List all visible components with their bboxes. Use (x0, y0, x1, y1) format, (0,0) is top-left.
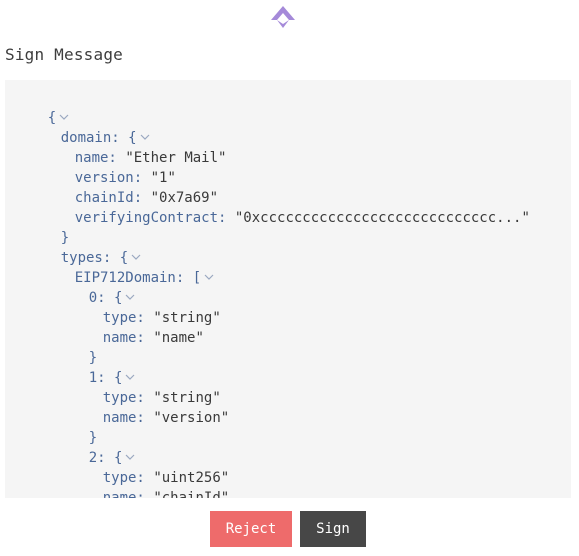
json-item-1-close-line: } (55, 408, 97, 446)
json-item-1-type-line: type: "string" (69, 368, 221, 406)
sign-button[interactable]: Sign (300, 511, 366, 547)
page-title: Sign Message (5, 45, 123, 64)
message-json-viewer[interactable]: { domain: { name: "Ether Mail" version: … (5, 80, 571, 498)
json-types-line: types: { (27, 228, 141, 266)
reject-button[interactable]: Reject (210, 511, 292, 547)
json-name-line: name: "Ether Mail" (41, 128, 227, 166)
json-item-0-line: 0: { (55, 268, 135, 306)
json-item-2-type-line: type: "uint256" (69, 448, 229, 486)
json-item-2-name-line: name: "chainId" (69, 468, 229, 498)
chevron-down-icon[interactable] (204, 272, 214, 282)
json-key: name: (102, 330, 145, 346)
json-chainid-line: chainId: "0x7a69" (41, 168, 218, 206)
json-key: name: (102, 410, 145, 426)
json-bracket: [ (192, 270, 202, 286)
json-value: "0xcccccccccccccccccccccccccccc..." (234, 210, 530, 226)
json-item-0-close-line: } (55, 328, 97, 366)
json-item-0-name-line: name: "name" (69, 308, 204, 346)
json-root-line: { (14, 88, 69, 126)
json-key: verifyingContract: (74, 210, 227, 226)
json-domain-close-line: } (27, 208, 69, 246)
json-domain-line: domain: { (27, 108, 150, 146)
json-item-1-name-line: name: "version" (69, 388, 229, 426)
json-verifying-contract-line: verifyingContract: "0xcccccccccccccccccc… (41, 188, 530, 226)
json-value: "version" (153, 410, 230, 426)
json-value: "name" (153, 330, 204, 346)
brand-logo-icon (271, 6, 295, 28)
json-item-2-close-line: } (55, 488, 97, 498)
json-item-2-line: 2: { (55, 428, 135, 466)
json-value: "chainId" (153, 490, 230, 498)
json-item-1-line: 1: { (55, 348, 135, 386)
json-eip712domain-line: EIP712Domain: [ (41, 248, 214, 286)
json-item-0-type-line: type: "string" (69, 288, 221, 326)
json-version-line: version: "1" (41, 148, 176, 186)
json-key: name: (102, 490, 145, 498)
